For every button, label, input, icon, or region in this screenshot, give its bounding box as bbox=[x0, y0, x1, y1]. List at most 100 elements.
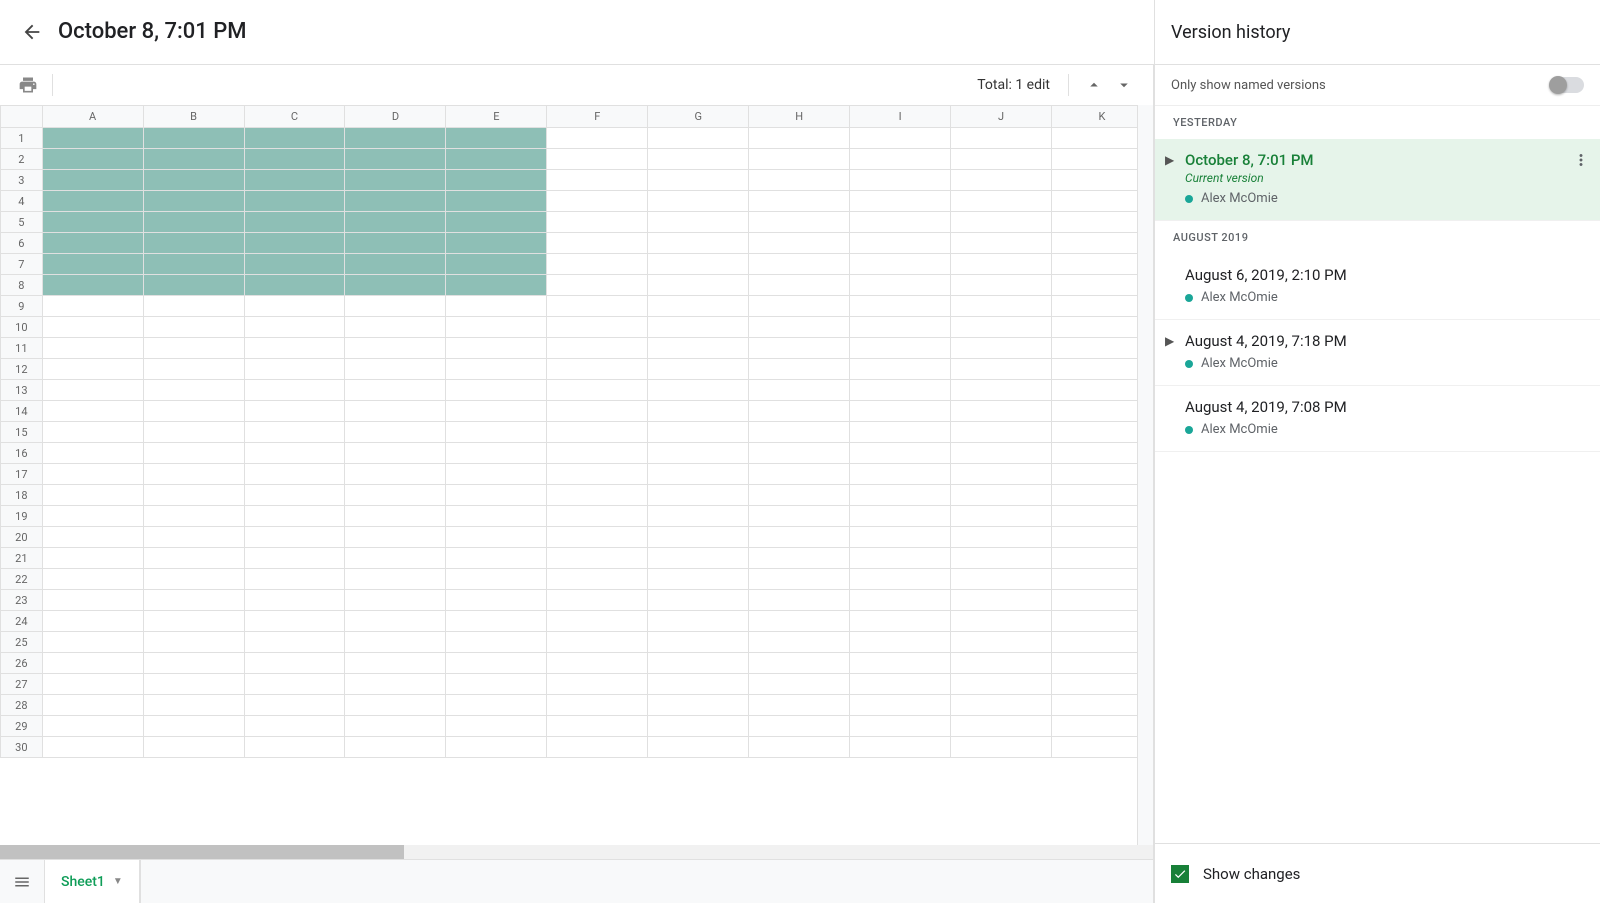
cell[interactable] bbox=[648, 632, 749, 653]
cell[interactable] bbox=[446, 569, 547, 590]
cell[interactable] bbox=[143, 716, 244, 737]
cell[interactable] bbox=[547, 653, 648, 674]
cell[interactable] bbox=[749, 653, 850, 674]
only-named-toggle[interactable] bbox=[1550, 77, 1584, 93]
row-header[interactable]: 9 bbox=[1, 296, 43, 317]
cell[interactable] bbox=[547, 149, 648, 170]
cell[interactable] bbox=[749, 611, 850, 632]
row-header[interactable]: 18 bbox=[1, 485, 43, 506]
cell[interactable] bbox=[749, 149, 850, 170]
cell[interactable] bbox=[143, 695, 244, 716]
cell[interactable] bbox=[244, 632, 345, 653]
row-header[interactable]: 6 bbox=[1, 233, 43, 254]
cell[interactable] bbox=[648, 275, 749, 296]
cell[interactable] bbox=[951, 506, 1052, 527]
cell[interactable] bbox=[749, 464, 850, 485]
row-header[interactable]: 25 bbox=[1, 632, 43, 653]
cell[interactable] bbox=[850, 359, 951, 380]
cell[interactable] bbox=[345, 401, 446, 422]
cell[interactable] bbox=[446, 401, 547, 422]
cell[interactable] bbox=[648, 359, 749, 380]
cell[interactable] bbox=[547, 695, 648, 716]
cell[interactable] bbox=[547, 275, 648, 296]
row-header[interactable]: 19 bbox=[1, 506, 43, 527]
cell[interactable] bbox=[951, 527, 1052, 548]
cell[interactable] bbox=[951, 443, 1052, 464]
cell[interactable] bbox=[951, 422, 1052, 443]
cell[interactable] bbox=[143, 569, 244, 590]
cell[interactable] bbox=[850, 485, 951, 506]
cell[interactable] bbox=[244, 737, 345, 758]
cell[interactable] bbox=[749, 191, 850, 212]
cell[interactable] bbox=[446, 653, 547, 674]
version-item[interactable]: August 6, 2019, 2:10 PMAlex McOmie bbox=[1155, 254, 1600, 320]
cell[interactable] bbox=[143, 527, 244, 548]
cell[interactable] bbox=[446, 674, 547, 695]
cell[interactable] bbox=[850, 422, 951, 443]
cell[interactable] bbox=[749, 674, 850, 695]
show-changes-checkbox[interactable] bbox=[1171, 865, 1189, 883]
cell[interactable] bbox=[345, 611, 446, 632]
cell[interactable] bbox=[850, 401, 951, 422]
cell[interactable] bbox=[850, 716, 951, 737]
cell[interactable] bbox=[648, 716, 749, 737]
cell[interactable] bbox=[749, 275, 850, 296]
cell[interactable] bbox=[143, 422, 244, 443]
cell[interactable] bbox=[143, 653, 244, 674]
cell[interactable] bbox=[850, 548, 951, 569]
cell[interactable] bbox=[749, 128, 850, 149]
cell[interactable] bbox=[446, 191, 547, 212]
row-header[interactable]: 15 bbox=[1, 422, 43, 443]
row-header[interactable]: 23 bbox=[1, 590, 43, 611]
cell[interactable] bbox=[547, 632, 648, 653]
row-header[interactable]: 22 bbox=[1, 569, 43, 590]
row-header[interactable]: 4 bbox=[1, 191, 43, 212]
cell[interactable] bbox=[749, 569, 850, 590]
cell[interactable] bbox=[345, 275, 446, 296]
cell[interactable] bbox=[648, 296, 749, 317]
cell[interactable] bbox=[951, 716, 1052, 737]
cell[interactable] bbox=[244, 674, 345, 695]
row-header[interactable]: 26 bbox=[1, 653, 43, 674]
cell[interactable] bbox=[143, 464, 244, 485]
cell[interactable] bbox=[345, 590, 446, 611]
spreadsheet-grid[interactable]: ABCDEFGHIJK12345678910111213141516171819… bbox=[0, 105, 1153, 845]
cell[interactable] bbox=[547, 464, 648, 485]
cell[interactable] bbox=[951, 359, 1052, 380]
cell[interactable] bbox=[143, 191, 244, 212]
cell[interactable] bbox=[951, 149, 1052, 170]
next-edit-button[interactable] bbox=[1109, 72, 1139, 98]
cell[interactable] bbox=[951, 485, 1052, 506]
cell[interactable] bbox=[345, 443, 446, 464]
cell[interactable] bbox=[547, 191, 648, 212]
cell[interactable] bbox=[951, 128, 1052, 149]
cell[interactable] bbox=[345, 212, 446, 233]
cell[interactable] bbox=[547, 128, 648, 149]
column-header[interactable]: J bbox=[951, 106, 1052, 128]
cell[interactable] bbox=[648, 233, 749, 254]
cell[interactable] bbox=[345, 653, 446, 674]
cell[interactable] bbox=[648, 170, 749, 191]
cell[interactable] bbox=[951, 737, 1052, 758]
row-header[interactable]: 27 bbox=[1, 674, 43, 695]
cell[interactable] bbox=[648, 674, 749, 695]
cell[interactable] bbox=[749, 590, 850, 611]
cell[interactable] bbox=[345, 317, 446, 338]
cell[interactable] bbox=[446, 359, 547, 380]
cell[interactable] bbox=[446, 422, 547, 443]
cell[interactable] bbox=[42, 464, 143, 485]
cell[interactable] bbox=[547, 422, 648, 443]
row-header[interactable]: 16 bbox=[1, 443, 43, 464]
cell[interactable] bbox=[648, 212, 749, 233]
cell[interactable] bbox=[345, 632, 446, 653]
cell[interactable] bbox=[244, 296, 345, 317]
cell[interactable] bbox=[143, 317, 244, 338]
cell[interactable] bbox=[446, 632, 547, 653]
all-sheets-button[interactable] bbox=[0, 860, 44, 903]
cell[interactable] bbox=[749, 716, 850, 737]
cell[interactable] bbox=[345, 149, 446, 170]
cell[interactable] bbox=[850, 527, 951, 548]
cell[interactable] bbox=[951, 296, 1052, 317]
cell[interactable] bbox=[850, 506, 951, 527]
cell[interactable] bbox=[648, 569, 749, 590]
